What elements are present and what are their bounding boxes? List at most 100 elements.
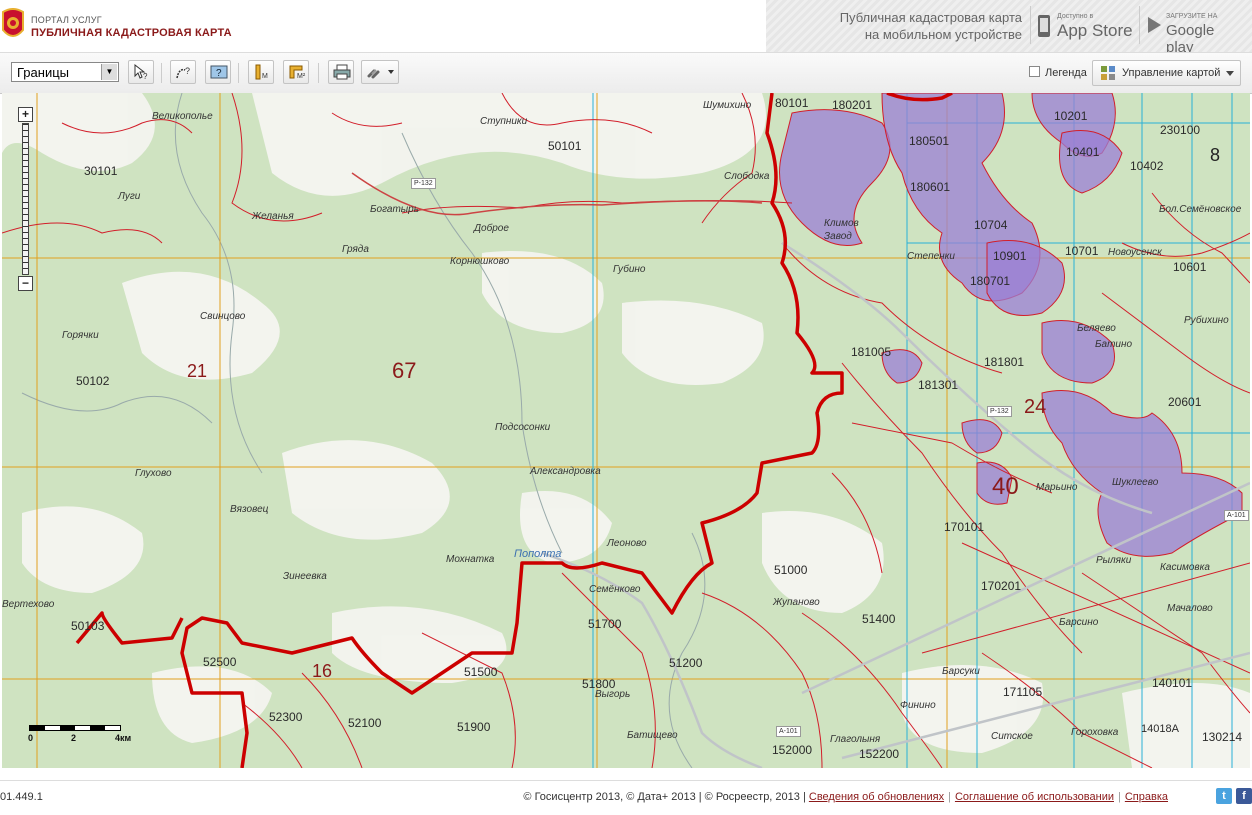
cadastral-label: 10201 (1054, 109, 1088, 123)
place-label: Выгорь (595, 689, 631, 700)
cadastral-label: 30101 (84, 164, 118, 178)
cadastral-label: 10704 (974, 218, 1008, 232)
map-management-button[interactable]: Управление картой (1092, 60, 1241, 86)
road-label: А-101 (776, 726, 801, 737)
cadastral-label: 51500 (464, 665, 498, 679)
place-label: Подсосонки (495, 422, 551, 433)
play-triangle-icon (1148, 17, 1161, 33)
place-label: Шуклеево (1112, 477, 1159, 488)
place-label: Финино (900, 700, 936, 711)
twitter-icon[interactable]: t (1216, 788, 1232, 804)
google-play-button[interactable]: ЗАГРУЗИТЕ НА Google play (1139, 6, 1244, 56)
place-label: Ступники (480, 116, 528, 127)
facebook-icon[interactable]: f (1236, 788, 1252, 804)
info-tool-button[interactable]: ? (205, 60, 231, 84)
cadastral-label: 152200 (859, 747, 900, 761)
place-label: Беляево (1077, 323, 1116, 334)
measure-tool-button[interactable]: ? (170, 60, 196, 84)
measure-distance-button[interactable]: M (248, 60, 274, 84)
path-question-icon: ? (176, 66, 190, 79)
place-label: Батино (1095, 339, 1133, 350)
legend-label[interactable]: Легенда (1045, 67, 1087, 79)
place-label: Новоусенск (1108, 247, 1162, 258)
place-label: Слободка (724, 171, 770, 182)
link-chain-icon (367, 69, 394, 79)
cadastral-label: 51900 (457, 720, 491, 734)
place-label: Касимовка (1160, 562, 1210, 573)
layer-select[interactable]: Границы ▼ (11, 62, 119, 82)
cadastral-label: 50103 (71, 619, 105, 633)
portal-title[interactable]: ПУБЛИЧНАЯ КАДАСТРОВАЯ КАРТА (31, 27, 232, 39)
copyright-text: © Госисцентр 2013, © Дата+ 2013 | © Роср… (523, 791, 806, 803)
place-label: Климов Завод (824, 218, 859, 242)
chevron-down-icon[interactable]: ▼ (101, 64, 117, 80)
district-number: 24 (1024, 396, 1047, 418)
district-number: 8 (1210, 145, 1221, 165)
ruler-icon: M (255, 64, 268, 80)
header: ПОРТАЛ УСЛУГ ПУБЛИЧНАЯ КАДАСТРОВАЯ КАРТА… (0, 0, 1252, 56)
place-label: Ситское (991, 731, 1033, 742)
place-label: Леоново (607, 538, 647, 549)
layer-select-value: Границы (17, 65, 69, 80)
district-number: 16 (312, 661, 333, 681)
cadastral-label: 10601 (1173, 260, 1207, 274)
svg-text:?: ? (216, 68, 222, 79)
place-label: Степенки (907, 251, 955, 262)
app-store-label: App Store (1057, 21, 1133, 40)
cadastral-label: 51000 (774, 563, 808, 577)
place-label: Рубихино (1184, 315, 1229, 326)
place-label: Желанья (252, 211, 294, 222)
area-ruler-icon: M² (289, 65, 306, 80)
district-number: 21 (187, 361, 208, 381)
coat-of-arms-icon[interactable] (0, 8, 26, 44)
map-info-icon: ? (210, 65, 228, 79)
copyright-line: © Госисцентр 2013, © Дата+ 2013 | © Роср… (523, 791, 1168, 803)
place-label: Батищево (627, 730, 678, 741)
google-play-caption: ЗАГРУЗИТЕ НА (1166, 13, 1218, 20)
place-label: Марьино (1036, 482, 1078, 493)
cadastral-label: 181005 (851, 345, 892, 359)
cadastral-label: 10701 (1065, 244, 1099, 258)
district-number: 40 (992, 473, 1019, 500)
legend-checkbox[interactable] (1029, 66, 1040, 77)
terms-link[interactable]: Соглашение об использовании (955, 791, 1114, 803)
app-store-button[interactable]: Доступно в App Store (1030, 6, 1135, 44)
scale-bar: 0 2 4км (28, 721, 132, 751)
place-label: Богатырь (370, 204, 419, 215)
app-store-caption: Доступно в (1057, 13, 1094, 20)
toolbar-separator (318, 63, 319, 83)
cadastral-label: 10401 (1066, 145, 1100, 159)
zoom-control: + − (18, 107, 34, 292)
map-canvas (2, 93, 1250, 768)
place-label: Жупаново (773, 597, 820, 608)
map-viewport[interactable]: + − 0 2 4км 67 21 24 40 16 8 80101 18020… (2, 93, 1250, 768)
cadastral-label: 51400 (862, 612, 896, 626)
place-label: Барсуки (942, 666, 980, 677)
place-label: Горячки (62, 330, 99, 341)
place-label: Вертехово (2, 599, 55, 610)
zoom-out-button[interactable]: − (18, 276, 33, 291)
cadastral-label: 230100 (1160, 123, 1201, 137)
zoom-in-button[interactable]: + (18, 107, 33, 122)
place-label: Гороховка (1071, 727, 1119, 738)
cadastral-label: 171105 (1003, 685, 1043, 699)
measure-area-button[interactable]: M² (283, 60, 309, 84)
svg-text:M: M (262, 73, 268, 80)
help-link[interactable]: Справка (1125, 791, 1168, 803)
place-label: Губино (613, 264, 646, 275)
place-label: Барсино (1059, 617, 1099, 628)
place-label: Глухово (135, 468, 172, 479)
zoom-slider[interactable] (22, 123, 29, 275)
place-label: Луги (118, 191, 141, 202)
updates-link[interactable]: Сведения об обновлениях (809, 791, 944, 803)
footer: 01.449.1 © Госисцентр 2013, © Дата+ 2013… (0, 780, 1252, 815)
print-button[interactable] (328, 60, 354, 84)
place-label: Мохнатка (446, 554, 495, 565)
district-number: 67 (392, 358, 417, 383)
scale-tick-2: 2 (71, 733, 77, 743)
place-label: Рыляки (1096, 555, 1132, 566)
cadastral-label: 181301 (918, 378, 959, 392)
identify-tool-button[interactable]: ? (128, 60, 154, 84)
link-button[interactable] (361, 60, 399, 84)
scale-tick-4: 4км (115, 733, 132, 743)
